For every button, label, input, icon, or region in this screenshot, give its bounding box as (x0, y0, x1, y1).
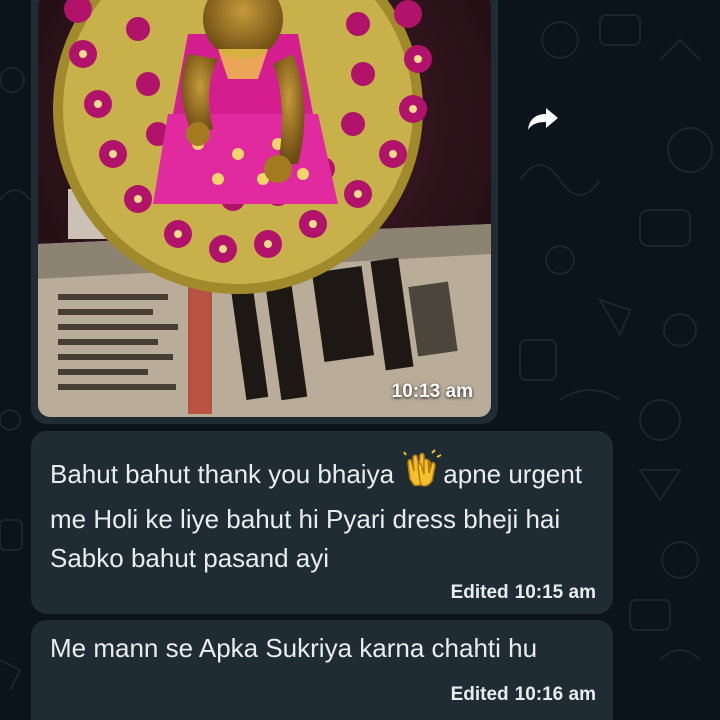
text-message-bubble[interactable]: Bahut bahut thank you bhaiya apne urgent… (31, 431, 613, 614)
chat-view: 10:13 am Bahut bahut thank you bhaiya ap… (0, 0, 720, 720)
forward-arrow-icon (528, 108, 558, 130)
message-text-part: Bahut bahut thank you bhaiya (50, 459, 402, 489)
deity-idol-photo[interactable]: 10:13 am (38, 0, 491, 417)
message-timestamp: 10:16 am (514, 684, 596, 705)
clapping-hands-icon (402, 449, 442, 500)
edited-label: Edited (450, 684, 509, 705)
forward-button[interactable] (525, 101, 561, 137)
message-meta: Edited 10:16 am (451, 684, 596, 706)
image-timestamp: 10:13 am (391, 381, 473, 402)
edited-label: Edited (450, 582, 509, 603)
text-message-bubble[interactable]: Me mann se Apka Sukriya karna chahti hu … (31, 620, 613, 720)
message-text: Me mann se Apka Sukriya karna chahti hu (50, 633, 538, 663)
image-message-bubble[interactable]: 10:13 am (31, 0, 498, 424)
message-timestamp: 10:15 am (514, 582, 596, 603)
message-meta: Edited 10:15 am (451, 582, 596, 604)
message-text: Bahut bahut thank you bhaiya apne urgent… (50, 449, 590, 578)
